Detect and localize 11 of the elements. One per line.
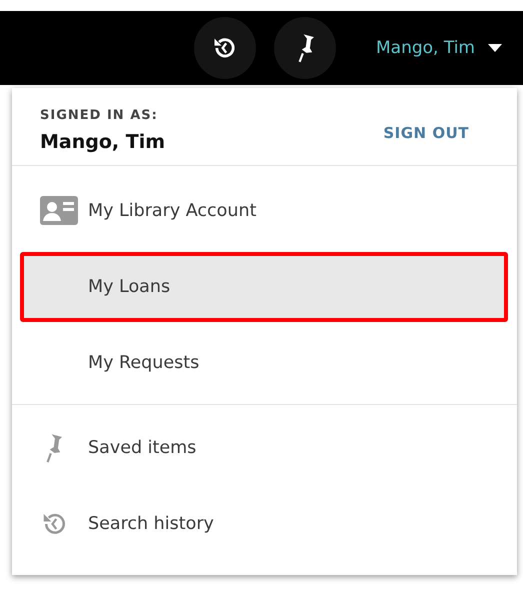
menu-item[interactable]: My Library Account xyxy=(12,176,517,246)
menu-item[interactable]: My Requests xyxy=(12,328,517,398)
user-menu-button[interactable]: Mango, Tim xyxy=(376,38,503,58)
id-card-icon xyxy=(40,196,78,226)
caret-icon xyxy=(487,43,503,53)
menu-item[interactable]: My Loans xyxy=(20,252,508,322)
user-name: Mango, Tim xyxy=(40,131,166,153)
signed-in-label: SIGNED IN AS: xyxy=(40,108,159,123)
menu-item[interactable]: Search history xyxy=(12,489,517,559)
menu-item[interactable]: Saved items xyxy=(12,413,517,483)
sign-out-link[interactable]: SIGN OUT xyxy=(383,124,469,142)
